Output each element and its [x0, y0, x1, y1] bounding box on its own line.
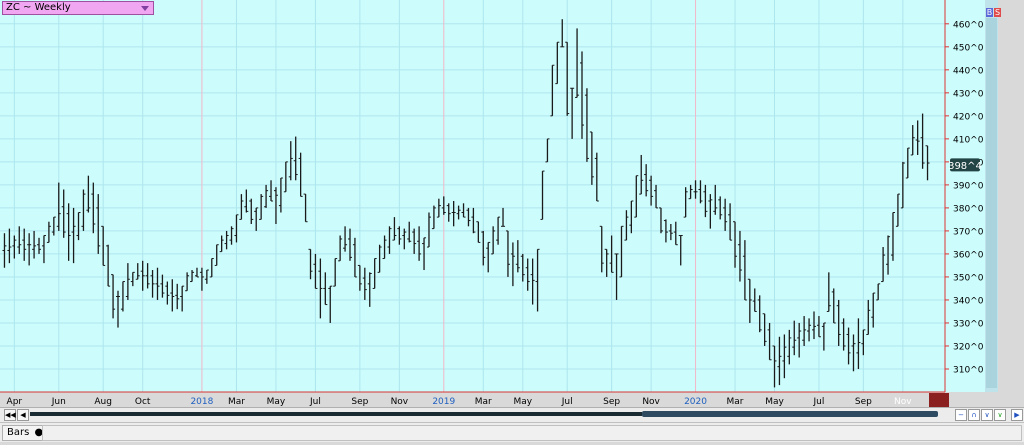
chevron-down-icon[interactable]	[141, 6, 149, 11]
buy-button[interactable]: B	[986, 8, 993, 17]
x-tick-label: Mar	[727, 397, 744, 407]
y-tick-label: 360^0	[953, 250, 984, 260]
scroll-track[interactable]	[30, 412, 642, 416]
status-field	[42, 425, 1022, 441]
y-tick-label: 310^0	[953, 365, 984, 375]
x-tick-label: Nov	[391, 397, 409, 407]
zoom-out-button[interactable]: ∩	[968, 409, 980, 421]
y-tick-label: 330^0	[953, 319, 984, 329]
price-axis-panel	[945, 0, 985, 392]
x-tick-label: Jul	[561, 397, 573, 407]
price-chart[interactable]: 310^0 320^0 330^0 340^0 350^0 360^0 370^0 380^0…	[0, 0, 1024, 441]
compress-button[interactable]: ∨	[994, 409, 1006, 421]
x-tick-label: Aug	[94, 397, 112, 407]
time-axis-labels: Apr Jun Aug Oct 2018 Mar May Jul Sep Nov 2019 Mar Ma…	[7, 397, 913, 407]
bars-tab-label: Bars	[7, 427, 30, 438]
last-price-tag-text: 398^4	[948, 161, 982, 172]
x-tick-label: 2020	[684, 397, 707, 407]
y-tick-label: 460^0	[953, 20, 984, 30]
y-tick-label: 390^0	[953, 181, 984, 191]
nov-axis-highlight	[929, 393, 949, 407]
x-tick-label: Sep	[603, 397, 620, 407]
y-tick-label: 440^0	[953, 66, 984, 76]
x-tick-label: May	[267, 397, 286, 407]
y-tick-label: 450^0	[953, 43, 984, 53]
x-tick-label: Sep	[351, 397, 368, 407]
last-price-tag: 398^4	[948, 158, 982, 172]
y-tick-label: 340^0	[953, 296, 984, 306]
scroll-thumb[interactable]	[642, 411, 938, 417]
scroll-left-button[interactable]: ◀	[17, 409, 29, 421]
x-tick-label: May	[765, 397, 784, 407]
y-tick-label: 430^0	[953, 89, 984, 99]
zoom-in-button[interactable]: −	[955, 409, 967, 421]
plot-background	[0, 0, 945, 392]
scroll-right-button[interactable]: ▶	[1011, 409, 1023, 421]
x-tick-label: Jul	[813, 397, 825, 407]
status-bar: Bars ●●	[0, 422, 1024, 442]
x-tick-label: Jul	[309, 397, 321, 407]
x-tick-label: Sep	[855, 397, 872, 407]
y-tick-label: 370^0	[953, 227, 984, 237]
y-tick-label: 420^0	[953, 112, 984, 122]
x-tick-label: Jun	[51, 397, 66, 407]
x-tick-label: Oct	[135, 397, 151, 407]
sell-button[interactable]: S	[994, 8, 1001, 17]
horizontal-scroll-row: ◀◀ ◀ − ∩ ∨ ∨ ▶	[0, 407, 1024, 422]
x-tick-label: Nov	[894, 397, 912, 407]
y-tick-label: 380^0	[953, 204, 984, 214]
x-tick-label: May	[513, 397, 532, 407]
x-tick-label: 2019	[432, 397, 455, 407]
right-scroll-thumb[interactable]	[986, 18, 997, 388]
x-tick-label: Mar	[475, 397, 492, 407]
y-tick-label: 350^0	[953, 273, 984, 283]
scroll-first-button[interactable]: ◀◀	[4, 409, 16, 421]
x-tick-label: Nov	[642, 397, 660, 407]
chart-area: 310^0 320^0 330^0 340^0 350^0 360^0 370^0 380^0…	[0, 0, 1024, 441]
y-tick-label: 320^0	[953, 342, 984, 352]
symbol-title[interactable]: ZC ~ Weekly	[2, 1, 154, 15]
scale-button[interactable]: ∨	[981, 409, 993, 421]
x-tick-label: Apr	[7, 397, 23, 407]
y-tick-label: 410^0	[953, 135, 984, 145]
x-tick-label: Mar	[228, 397, 245, 407]
symbol-title-text: ZC ~ Weekly	[6, 2, 71, 13]
x-tick-label: 2018	[190, 397, 213, 407]
